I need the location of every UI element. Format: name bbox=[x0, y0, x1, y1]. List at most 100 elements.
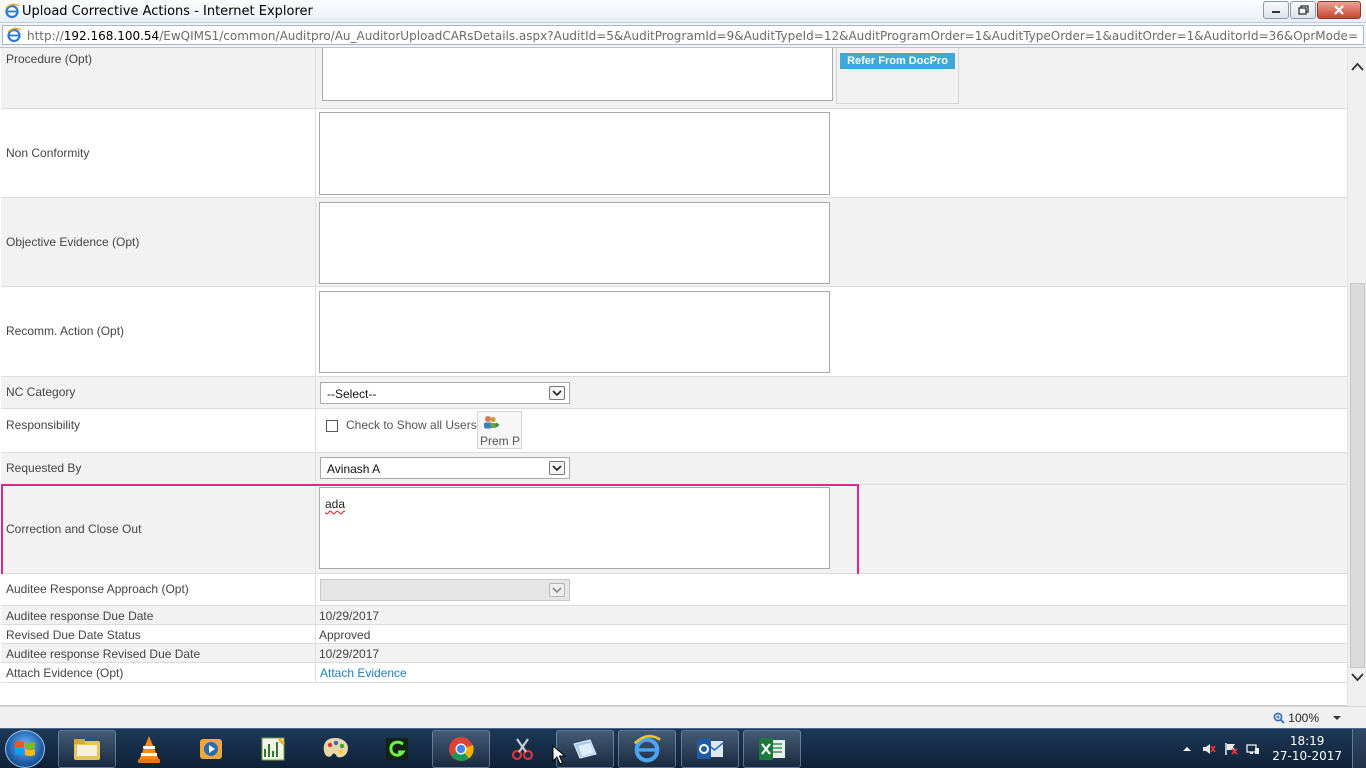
taskbar-excel[interactable] bbox=[743, 730, 801, 768]
taskbar-green-app[interactable] bbox=[368, 730, 426, 768]
status-bar: 100% bbox=[0, 706, 1366, 728]
close-icon bbox=[1334, 5, 1344, 15]
revised-status-row: Revised Due Date Status Approved bbox=[1, 625, 1347, 644]
objective-evidence-row: Objective Evidence (Opt) bbox=[1, 198, 1347, 287]
page-icon bbox=[7, 27, 22, 43]
restore-button[interactable] bbox=[1290, 1, 1316, 19]
correction-text: ada bbox=[325, 497, 346, 511]
recomm-action-row: Recomm. Action (Opt) bbox=[1, 287, 1347, 377]
volume-muted-icon[interactable] bbox=[1202, 742, 1216, 756]
auditee-approach-row: Auditee Response Approach (Opt) bbox=[1, 574, 1347, 606]
minimize-icon bbox=[1272, 11, 1280, 13]
clock-date: 27-10-2017 bbox=[1272, 749, 1342, 763]
start-button[interactable] bbox=[5, 730, 45, 768]
correction-row: Correction and Close Out ada bbox=[1, 485, 1347, 574]
taskbar-explorer[interactable] bbox=[58, 730, 116, 768]
taskbar-paint[interactable] bbox=[306, 730, 364, 768]
requested-by-label: Requested By bbox=[6, 461, 82, 475]
restore-icon bbox=[1297, 5, 1309, 15]
taskbar-snipping-tool[interactable] bbox=[494, 730, 552, 768]
non-conformity-textarea[interactable] bbox=[319, 112, 830, 195]
minimize-button[interactable] bbox=[1263, 1, 1289, 19]
url-path: /EwQIMS1/common/Auditpro/Au_AuditorUploa… bbox=[159, 29, 1357, 43]
requested-by-select[interactable]: Avinash A bbox=[320, 457, 570, 479]
show-all-users-checkbox[interactable] bbox=[326, 420, 338, 432]
taskbar-outlook[interactable] bbox=[681, 730, 739, 768]
correction-label: Correction and Close Out bbox=[6, 522, 142, 536]
url-field[interactable]: http://192.168.100.54/EwQIMS1/common/Aud… bbox=[2, 25, 1364, 45]
media-player-icon bbox=[200, 739, 222, 759]
chevron-down-icon bbox=[549, 583, 565, 597]
windows-logo-icon bbox=[15, 741, 35, 756]
page-content: Procedure (Opt) Refer From DocPro Non Co… bbox=[0, 48, 1366, 706]
add-user-button[interactable]: Prem P bbox=[477, 411, 522, 449]
due-date-row: Auditee response Due Date 10/29/2017 bbox=[1, 606, 1347, 625]
taskbar-internet-explorer[interactable] bbox=[618, 730, 676, 768]
system-clock[interactable]: 18:19 27-10-2017 bbox=[1272, 734, 1342, 764]
close-button[interactable] bbox=[1317, 1, 1361, 19]
window-title: Upload Corrective Actions - Internet Exp… bbox=[22, 4, 313, 19]
due-date-label: Auditee response Due Date bbox=[6, 609, 154, 623]
chart-app-icon bbox=[261, 737, 286, 761]
nc-category-value: --Select-- bbox=[327, 387, 377, 401]
taskbar-chart-app[interactable] bbox=[244, 730, 302, 768]
taskbar-media-player[interactable] bbox=[182, 730, 240, 768]
scroll-down-icon[interactable] bbox=[1351, 672, 1364, 682]
network-icon[interactable] bbox=[1246, 742, 1260, 756]
revised-due-date-row: Auditee response Revised Due Date 10/29/… bbox=[1, 644, 1347, 663]
zoom-control[interactable]: 100% bbox=[1273, 711, 1344, 725]
scissors-icon bbox=[511, 738, 534, 761]
attach-evidence-label: Attach Evidence (Opt) bbox=[6, 666, 124, 680]
scroll-up-icon[interactable] bbox=[1351, 62, 1364, 72]
url-text: http://192.168.100.54/EwQIMS1/common/Aud… bbox=[27, 29, 1357, 43]
chrome-icon bbox=[449, 737, 474, 761]
auditee-approach-label: Auditee Response Approach (Opt) bbox=[6, 582, 189, 596]
mouse-cursor-icon bbox=[552, 745, 566, 765]
revised-status-value: Approved bbox=[319, 628, 371, 642]
taskbar-vlc[interactable] bbox=[120, 730, 178, 768]
due-date-value: 10/29/2017 bbox=[319, 609, 380, 623]
vertical-scrollbar[interactable] bbox=[1347, 48, 1366, 706]
zoom-icon bbox=[1273, 712, 1285, 724]
internet-explorer-icon bbox=[633, 734, 661, 763]
show-hidden-icons-icon[interactable] bbox=[1180, 742, 1194, 756]
taskbar: 18:19 27-10-2017 bbox=[0, 728, 1366, 768]
objective-evidence-label: Objective Evidence (Opt) bbox=[6, 235, 140, 249]
show-desktop-button[interactable] bbox=[1352, 729, 1366, 768]
procedure-textarea[interactable] bbox=[322, 48, 833, 101]
auditee-approach-select[interactable] bbox=[320, 579, 570, 601]
scrollbar-thumb[interactable] bbox=[1350, 283, 1365, 668]
vlc-icon bbox=[138, 736, 160, 763]
non-conformity-row: Non Conformity bbox=[1, 109, 1347, 198]
nc-category-select[interactable]: --Select-- bbox=[320, 382, 570, 404]
show-all-users-label: Check to Show all Users bbox=[346, 418, 477, 432]
responsible-user: Prem P bbox=[480, 434, 521, 448]
url-host: 192.168.100.54 bbox=[63, 29, 160, 43]
address-bar: http://192.168.100.54/EwQIMS1/common/Aud… bbox=[0, 23, 1366, 48]
taskbar-chrome[interactable] bbox=[432, 730, 490, 768]
attach-evidence-link[interactable]: Attach Evidence bbox=[320, 666, 407, 680]
chevron-down-icon bbox=[549, 461, 565, 475]
correction-textarea[interactable]: ada bbox=[319, 487, 830, 569]
attach-evidence-row: Attach Evidence (Opt) Attach Evidence bbox=[1, 663, 1347, 683]
responsibility-row: Responsibility Check to Show all Users P… bbox=[1, 409, 1347, 453]
objective-evidence-textarea[interactable] bbox=[319, 202, 830, 284]
chevron-down-icon bbox=[549, 386, 565, 400]
chevron-down-icon bbox=[1333, 716, 1341, 720]
recomm-action-textarea[interactable] bbox=[319, 291, 830, 373]
action-center-flag-icon[interactable] bbox=[1224, 742, 1238, 756]
windows-switcher-icon bbox=[573, 739, 597, 759]
responsibility-label: Responsibility bbox=[6, 418, 81, 432]
paint-palette-icon bbox=[323, 738, 348, 758]
requested-by-row: Requested By Avinash A bbox=[1, 453, 1347, 485]
non-conformity-label: Non Conformity bbox=[6, 146, 90, 160]
zoom-level: 100% bbox=[1288, 711, 1319, 725]
refer-from-docpro-button[interactable]: Refer From DocPro bbox=[840, 53, 955, 69]
window-titlebar: Upload Corrective Actions - Internet Exp… bbox=[0, 0, 1366, 23]
nc-category-row: NC Category --Select-- bbox=[1, 377, 1347, 409]
recomm-action-label: Recomm. Action (Opt) bbox=[6, 324, 125, 338]
revised-status-label: Revised Due Date Status bbox=[6, 628, 141, 642]
requested-by-value: Avinash A bbox=[327, 462, 381, 476]
nc-category-label: NC Category bbox=[6, 385, 76, 399]
folder-icon bbox=[74, 739, 100, 760]
